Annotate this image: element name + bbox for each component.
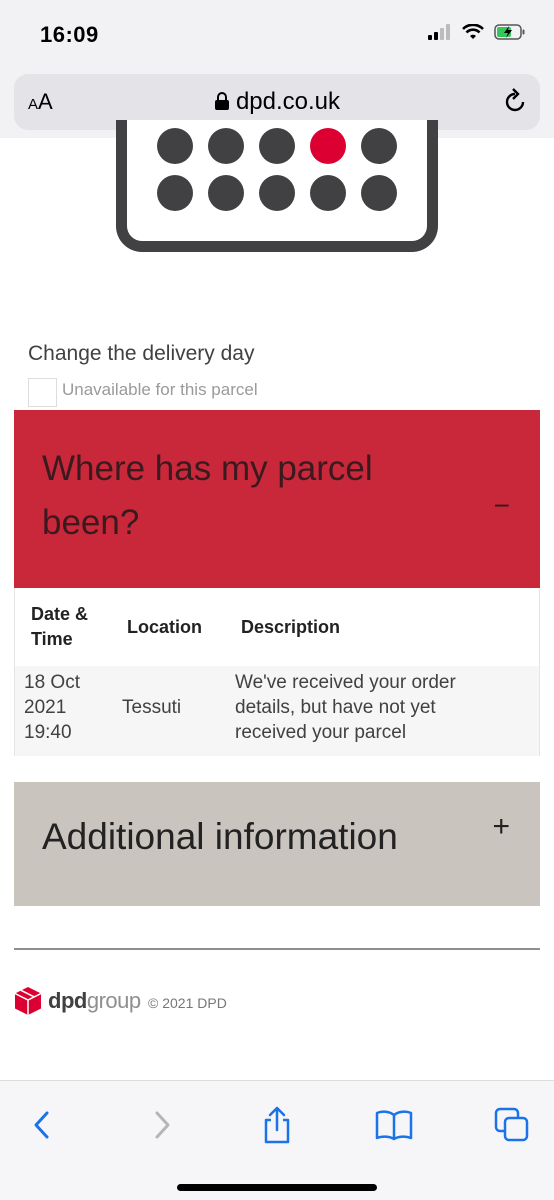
forward-button[interactable] (140, 1103, 184, 1147)
url-domain[interactable]: dpd.co.uk (14, 88, 540, 116)
forward-icon (155, 1111, 170, 1139)
wifi-icon (462, 24, 484, 39)
calendar-dot (157, 128, 193, 164)
collapse-icon[interactable]: − (494, 490, 510, 522)
parcel-history-table: Date & Time Location Description 18 Oct … (14, 588, 540, 756)
browser-toolbar-bottom (0, 1080, 554, 1200)
bookmarks-button[interactable] (372, 1103, 416, 1147)
copyright-text: © 2021 DPD (148, 995, 227, 1011)
footer-divider (14, 948, 540, 950)
parcel-history-header[interactable]: Where has my parcel been? − (14, 410, 540, 588)
change-delivery-day-checkbox[interactable] (28, 378, 57, 407)
calendar-dot (208, 128, 244, 164)
row-date: 18 Oct 2021 19:40 (24, 672, 80, 743)
table-row: 18 Oct 2021 19:40 Tessuti We've received… (15, 666, 539, 756)
calendar-dot (361, 128, 397, 164)
row-description: We've received your order details, but h… (235, 672, 456, 743)
calendar-dot (157, 175, 193, 211)
row-location: Tessuti (122, 697, 182, 718)
home-indicator[interactable] (177, 1184, 377, 1191)
share-button[interactable] (255, 1103, 299, 1147)
tabs-button[interactable] (490, 1103, 534, 1147)
calendar-dot (361, 175, 397, 211)
parcel-history-title: Where has my parcel been? (42, 449, 373, 542)
calendar-illustration (116, 120, 438, 252)
dpd-group-wordmark: dpdgroup (48, 988, 141, 1013)
additional-information-title: Additional information (42, 816, 398, 857)
reload-icon[interactable] (502, 88, 528, 116)
tabs-icon (494, 1107, 529, 1142)
battery-charging-icon (494, 24, 525, 40)
column-header-location: Location (127, 617, 202, 637)
calendar-dot (259, 175, 295, 211)
status-icons (428, 24, 526, 40)
additional-information-header[interactable]: Additional information + (14, 782, 540, 906)
back-button[interactable] (20, 1103, 64, 1147)
dpd-group-logo[interactable]: dpdgroup (14, 986, 141, 1016)
cellular-signal-icon (428, 24, 450, 40)
lock-icon (214, 92, 229, 110)
delivery-day-status: Unavailable for this parcel (62, 380, 258, 399)
column-header-date: Date & Time (31, 604, 89, 649)
change-delivery-day-label: Change the delivery day (28, 342, 255, 365)
column-header-description: Description (241, 617, 341, 637)
back-icon (34, 1111, 49, 1139)
dpd-cube-icon (14, 987, 42, 1015)
expand-icon[interactable]: + (492, 810, 510, 844)
share-icon (264, 1106, 290, 1144)
bookmarks-icon (375, 1110, 413, 1141)
calendar-dot (259, 128, 295, 164)
status-bar: 16:09 (0, 0, 554, 68)
status-time: 16:09 (40, 22, 99, 47)
calendar-dot (208, 175, 244, 211)
calendar-dot-selected (310, 128, 346, 164)
calendar-dot (310, 175, 346, 211)
